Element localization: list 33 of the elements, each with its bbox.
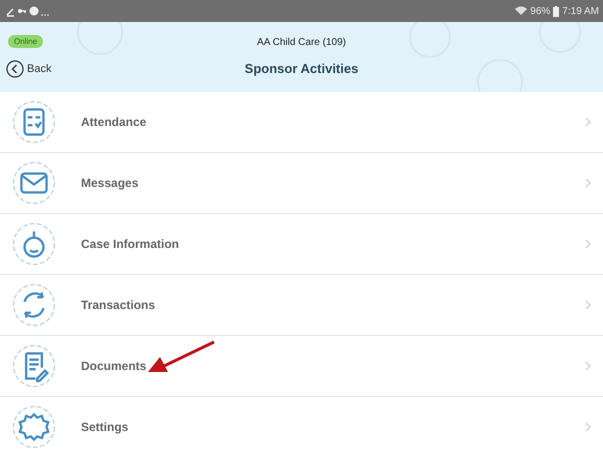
item-label: Documents (81, 359, 146, 373)
battery-percent: 96% (530, 6, 550, 16)
online-badge: Online (8, 35, 44, 48)
menu-item[interactable]: Case Information (0, 214, 603, 275)
page-title: Sponsor Activities (244, 60, 358, 78)
document-edit-icon (12, 344, 56, 388)
clock-time: 7:19 AM (562, 6, 599, 16)
wifi-icon (515, 6, 528, 16)
item-label: Case Information (81, 237, 180, 251)
calendar-icon (12, 100, 56, 144)
chevron-icon (585, 422, 591, 432)
notification-icons (6, 5, 50, 17)
chevron-icon (585, 117, 591, 127)
menu-item[interactable]: Transactions (0, 275, 603, 336)
chevron-icon (585, 361, 591, 371)
envelope-icon (12, 161, 56, 205)
provider-name: AA Child Care (109) (257, 36, 346, 48)
item-label: Settings (81, 420, 128, 434)
menu-item[interactable]: Settings (0, 397, 603, 451)
menu-item[interactable]: Attendance (0, 92, 603, 153)
chevron-icon (585, 300, 591, 310)
exchange-icon (12, 283, 56, 327)
menu-item[interactable]: Messages (0, 153, 603, 214)
gear-icon (12, 405, 56, 449)
baby-icon (12, 222, 56, 266)
battery-icon (553, 6, 560, 16)
chevron-icon (585, 239, 591, 249)
item-label: Attendance (81, 115, 146, 129)
item-label: Messages (81, 176, 138, 190)
menu-item[interactable]: Documents (0, 336, 603, 397)
back-button[interactable]: Back (6, 60, 52, 78)
chevron-icon (585, 178, 591, 188)
item-label: Transactions (81, 298, 156, 312)
